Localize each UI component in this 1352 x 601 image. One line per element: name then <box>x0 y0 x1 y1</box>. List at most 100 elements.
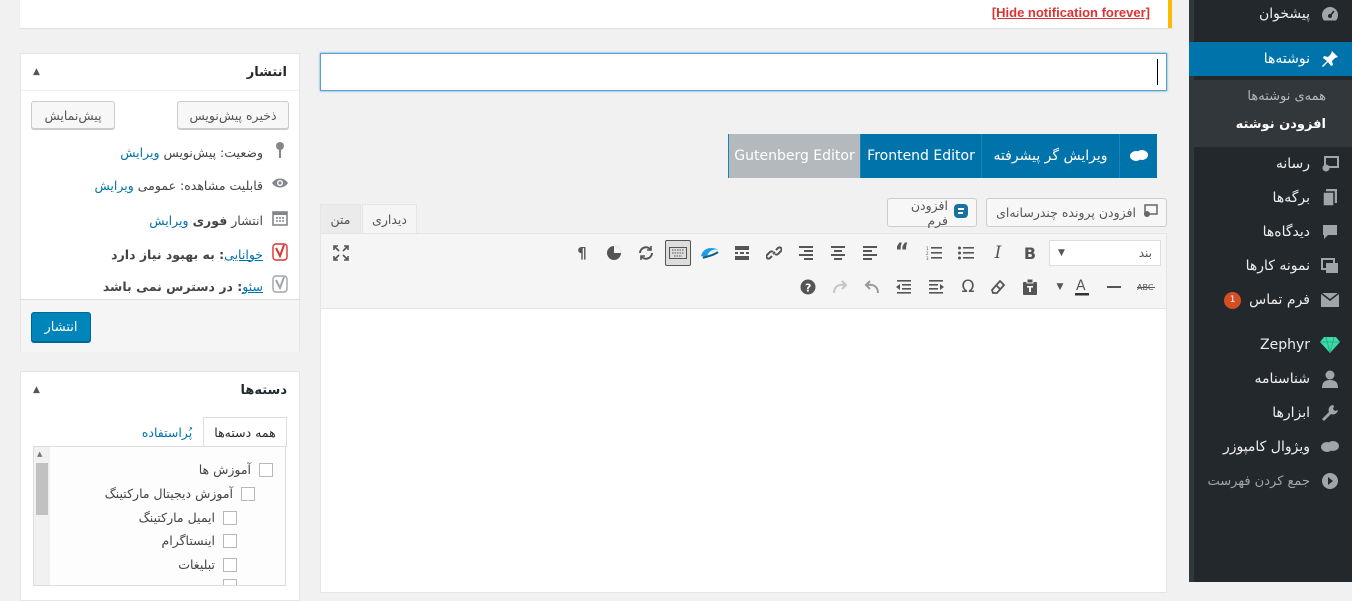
undo-icon[interactable] <box>859 274 885 300</box>
help-icon[interactable]: ? <box>795 274 821 300</box>
align-left-icon[interactable] <box>857 240 883 266</box>
mail-icon <box>1320 290 1340 310</box>
outdent-icon[interactable] <box>891 274 917 300</box>
tab-popular-categories[interactable]: پُراستفاده <box>130 417 204 447</box>
blockquote-icon[interactable]: “ <box>889 240 915 266</box>
wave-icon[interactable] <box>697 240 723 266</box>
preview-button[interactable]: پیش‌نمایش <box>31 101 115 129</box>
refresh-icon[interactable] <box>633 240 659 266</box>
composer-logo-button[interactable] <box>1119 134 1157 178</box>
redo-icon[interactable] <box>827 274 853 300</box>
post-title-input[interactable] <box>320 53 1167 91</box>
sidebar-item-portfolio[interactable]: نمونه کارها <box>1189 249 1352 283</box>
list-item[interactable]: آموزش دیجیتال مارکتینگ <box>105 486 255 501</box>
bulleted-list-icon[interactable] <box>953 240 979 266</box>
keyboard-icon[interactable] <box>665 240 691 266</box>
fullscreen-icon[interactable] <box>328 240 354 266</box>
sidebar-item-posts[interactable]: نوشته‌ها <box>1181 42 1352 76</box>
paragraph-icon[interactable]: ¶ <box>569 240 595 266</box>
diamond-icon <box>1320 335 1340 355</box>
sidebar-item-zephyr[interactable]: Zephyr <box>1189 328 1352 362</box>
collapse-arrow-icon[interactable]: ▲ <box>33 67 40 77</box>
content-editor[interactable]: ¶ “ 123 I B ▼ بند ? Ω ▼ A ABC <box>320 233 1167 593</box>
read-more-icon[interactable] <box>729 240 755 266</box>
format-select[interactable]: ▼ بند <box>1049 240 1161 266</box>
checkbox[interactable] <box>259 462 273 477</box>
sidebar-item-comments[interactable]: دیدگاه‌ها <box>1189 215 1352 249</box>
sidebar-item-tools[interactable]: ابزارها <box>1189 396 1352 430</box>
sidebar-item-contact[interactable]: فرم تماس 1 <box>1189 283 1352 317</box>
add-form-button[interactable]: افزودن فرم <box>887 197 977 228</box>
category-checklist[interactable]: ▲ آموزش ها آموزش دیجیتال مارکتینگ ایمیل … <box>33 446 286 586</box>
sidebar-item-profile[interactable]: شناسنامه <box>1189 362 1352 396</box>
checkbox[interactable] <box>241 486 255 501</box>
bold-icon[interactable]: B <box>1017 240 1043 266</box>
edit-schedule-link[interactable]: ویرایش <box>149 213 188 228</box>
submenu-add-post[interactable]: افزودن نوشته <box>1236 117 1326 132</box>
checkbox[interactable] <box>223 533 237 548</box>
sidebar-item-visual-composer[interactable]: ویژوال کامپوزر <box>1189 430 1352 464</box>
indent-icon[interactable] <box>923 274 949 300</box>
advanced-editor-button[interactable]: ویرایش گر پیشرفته <box>981 134 1119 178</box>
align-right-icon[interactable] <box>793 240 819 266</box>
list-item[interactable]: آموزش ها <box>199 462 273 477</box>
sidebar-item-label: دیدگاه‌ها <box>1262 224 1310 240</box>
svg-text:?: ? <box>805 282 811 295</box>
edit-visibility-link[interactable]: ویرایش <box>94 178 133 193</box>
paste-as-text-icon[interactable] <box>1017 274 1043 300</box>
checkbox[interactable] <box>223 579 237 585</box>
gutenberg-editor-button[interactable]: Gutenberg Editor <box>728 134 860 178</box>
frontend-editor-button[interactable]: Frontend Editor <box>860 134 981 178</box>
collapse-arrow-icon[interactable]: ▲ <box>33 385 40 395</box>
add-media-button[interactable]: افزودن پرونده چندرسانه‌ای <box>986 198 1167 227</box>
schedule-row: انتشار فوری ویرایش <box>149 210 289 230</box>
readability-link[interactable]: خوانایی <box>224 247 263 262</box>
link-icon[interactable] <box>761 240 787 266</box>
tab-text[interactable]: متن <box>320 204 361 233</box>
publish-time-value: فوری <box>192 212 228 228</box>
admin-sidebar: پیشخوان نوشته‌ها همه‌ی نوشته‌ها افزودن ن… <box>1181 0 1352 582</box>
publish-button[interactable]: انتشار <box>31 312 91 342</box>
tab-visual[interactable]: دیداری <box>362 204 417 234</box>
format-select-value: بند <box>1138 246 1152 260</box>
seo-link[interactable]: سئو <box>242 279 263 294</box>
tab-all-categories[interactable]: همه دسته‌ها <box>203 417 287 447</box>
collapse-menu-button[interactable]: جمع کردن فهرست <box>1189 464 1352 498</box>
horizontal-line-icon[interactable] <box>1101 274 1127 300</box>
scrollbar[interactable]: ▲ <box>34 447 50 585</box>
submenu-all-posts[interactable]: همه‌ی نوشته‌ها <box>1247 89 1326 104</box>
strikethrough-icon[interactable]: ABC <box>1133 274 1159 300</box>
sidebar-item-pages[interactable]: برگه‌ها <box>1189 181 1352 215</box>
pin-icon <box>271 142 289 162</box>
category-label: آموزش دیجیتال مارکتینگ <box>104 486 233 501</box>
list-item[interactable]: تبلیغات <box>178 557 237 572</box>
publish-box-header[interactable]: انتشار ▲ <box>21 54 299 91</box>
clear-formatting-icon[interactable] <box>985 274 1011 300</box>
pages-icon <box>1320 188 1340 208</box>
checkbox[interactable] <box>223 510 237 525</box>
seo-row: سئو : در دسترس نمی باشد <box>103 275 289 297</box>
list-item[interactable]: اینستاگرام <box>161 533 237 548</box>
edit-status-link[interactable]: ویرایش <box>120 145 159 160</box>
list-item[interactable]: ایمیل مارکتینگ <box>139 510 237 525</box>
visibility-row: قابلیت مشاهده: عمومی ویرایش <box>94 177 289 193</box>
numbered-list-icon[interactable]: 123 <box>921 240 947 266</box>
hide-notification-link[interactable]: [Hide notification forever] <box>992 5 1150 20</box>
sidebar-item-dashboard[interactable]: پیشخوان <box>1189 0 1352 31</box>
sidebar-item-media[interactable]: رسانه <box>1189 147 1352 181</box>
add-form-label: افزودن فرم <box>910 197 948 228</box>
align-center-icon[interactable] <box>825 240 851 266</box>
sidebar-item-label: فرم تماس <box>1249 292 1310 308</box>
italic-icon[interactable]: I <box>985 240 1011 266</box>
save-draft-button[interactable]: ذخیره پیش‌نویس <box>177 101 289 129</box>
scrollbar-thumb[interactable] <box>36 463 48 515</box>
scroll-up-icon[interactable]: ▲ <box>37 450 42 458</box>
composer-icon <box>1320 437 1340 457</box>
categories-box-header[interactable]: دسته‌ها ▲ <box>21 372 299 408</box>
special-character-icon[interactable]: Ω <box>955 274 981 300</box>
text-color-icon[interactable]: A <box>1069 274 1095 300</box>
list-item[interactable] <box>215 579 237 585</box>
form-icon <box>954 203 968 222</box>
pie-chart-icon[interactable] <box>601 240 627 266</box>
checkbox[interactable] <box>223 557 237 572</box>
